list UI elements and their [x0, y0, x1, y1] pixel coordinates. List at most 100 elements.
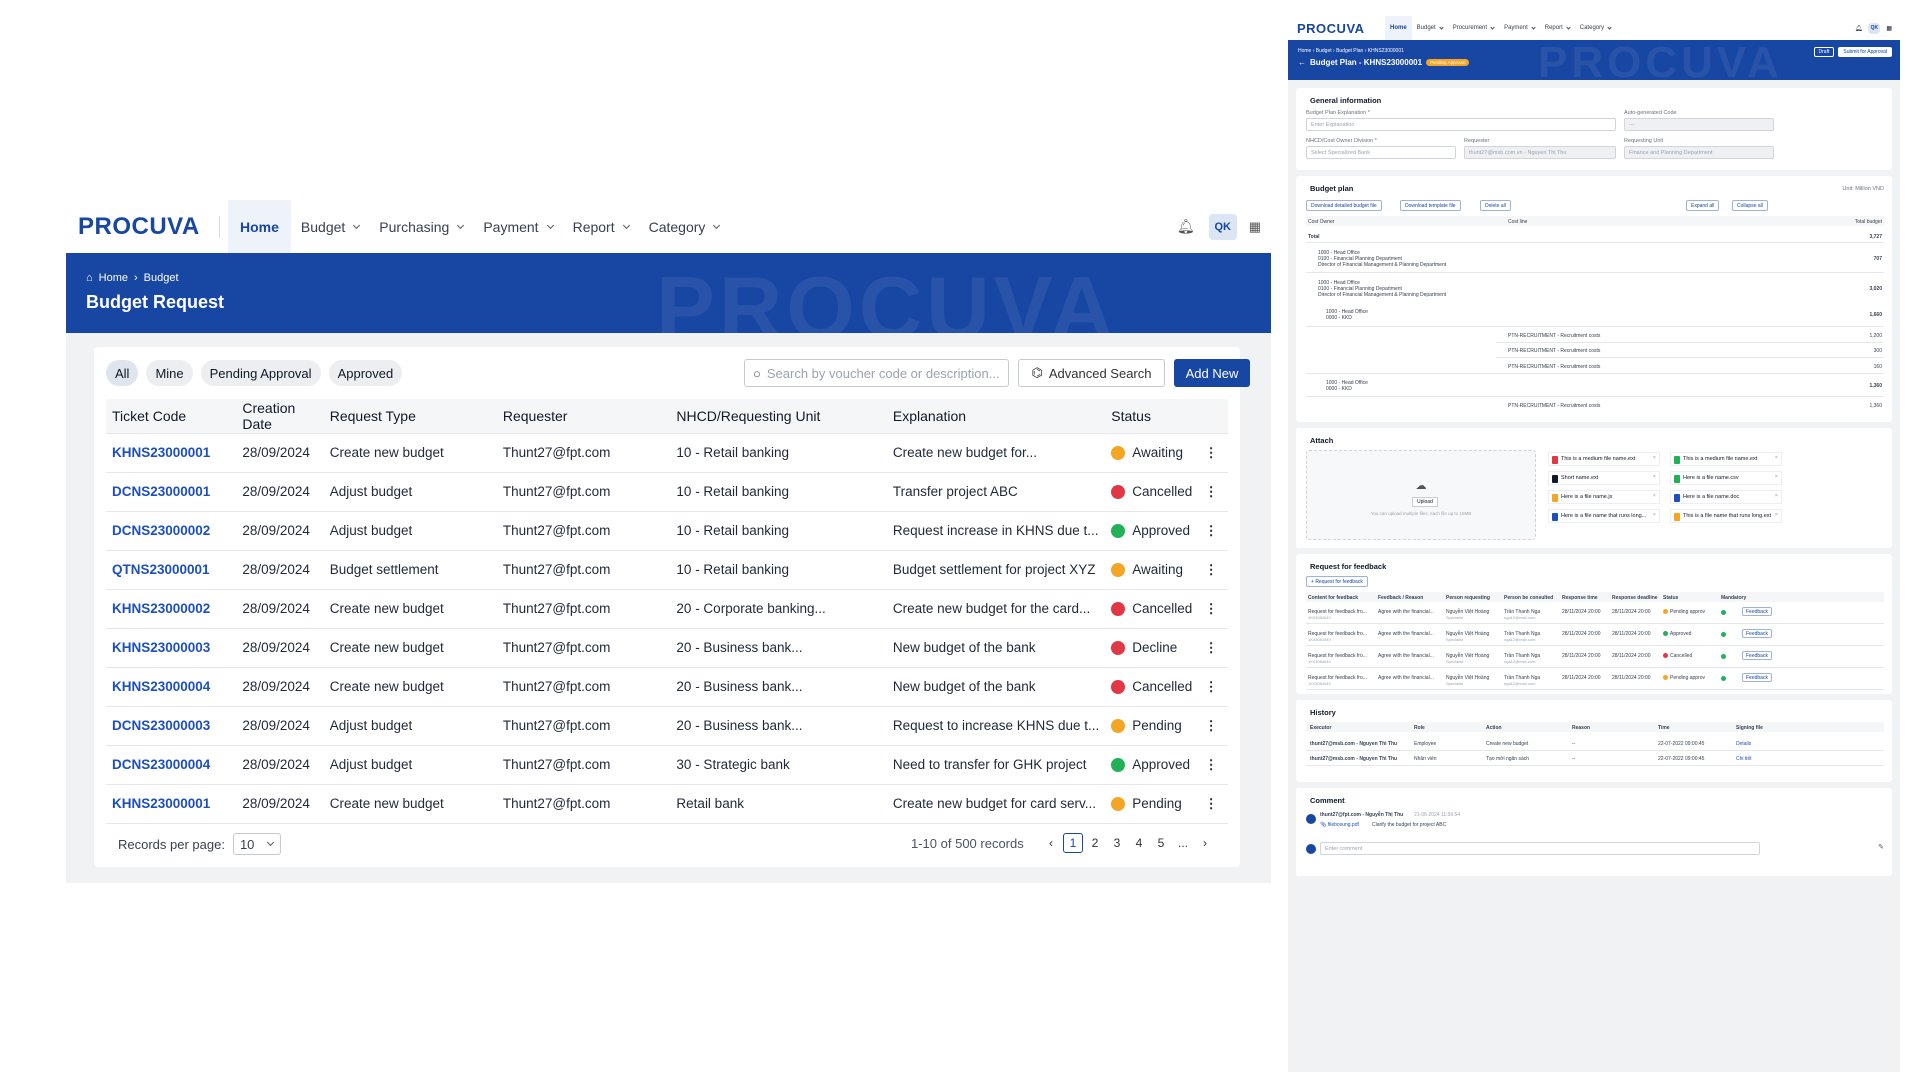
- breadcrumb-budget[interactable]: Budget: [144, 272, 179, 284]
- table-row[interactable]: KHNS23000001 28/09/2024 Create new budget T…: [106, 433, 1228, 473]
- table-row[interactable]: KHNS23000003 28/09/2024 Create new budget T…: [106, 628, 1228, 668]
- attached-file[interactable]: This is a file name that runs long.ext ×: [1670, 509, 1782, 523]
- remove-file-icon[interactable]: ×: [1653, 512, 1656, 518]
- more-actions-icon[interactable]: ⋮: [1198, 745, 1228, 785]
- remove-file-icon[interactable]: ×: [1653, 474, 1656, 480]
- details-link[interactable]: Details: [1736, 741, 1751, 747]
- col-creation-date[interactable]: Creation Date: [236, 399, 324, 434]
- nav-budget[interactable]: Budget: [1412, 16, 1448, 40]
- back-arrow-icon[interactable]: ←: [1298, 58, 1306, 67]
- attached-file[interactable]: This is a medium file name.ext ×: [1548, 452, 1660, 466]
- attached-file[interactable]: This is a medium file name.ext ×: [1670, 452, 1782, 466]
- prev-page-icon[interactable]: ‹: [1041, 833, 1061, 853]
- attached-file[interactable]: Here is a file name.js ×: [1548, 490, 1660, 504]
- more-actions-icon[interactable]: ⋮: [1198, 589, 1228, 629]
- bell-icon[interactable]: 🔔︎: [1177, 218, 1195, 235]
- more-actions-icon[interactable]: ⋮: [1198, 784, 1228, 824]
- ticket-code[interactable]: DCNS23000001: [106, 472, 237, 512]
- table-row[interactable]: QTNS23000001 28/09/2024 Budget settlement T…: [106, 550, 1228, 590]
- page-1[interactable]: 1: [1063, 833, 1083, 853]
- more-actions-icon[interactable]: ⋮: [1198, 511, 1228, 551]
- nav-payment[interactable]: Payment: [1499, 16, 1540, 40]
- feedback-button[interactable]: Feedback: [1742, 629, 1772, 638]
- more-actions-icon[interactable]: ⋮: [1198, 628, 1228, 668]
- comment-input[interactable]: Enter comment: [1320, 842, 1760, 855]
- page-ellipsis[interactable]: ...: [1173, 833, 1193, 853]
- col-request-type[interactable]: Request Type: [323, 399, 497, 434]
- attached-file[interactable]: Here is a file name that runs long... ×: [1548, 509, 1660, 523]
- records-per-page-select[interactable]: 10: [232, 833, 281, 855]
- bell-icon[interactable]: 🔔︎: [1855, 25, 1863, 32]
- nav-category[interactable]: Category: [639, 200, 730, 253]
- ticket-code[interactable]: KHNS23000001: [106, 433, 237, 473]
- ticket-code[interactable]: KHNS23000004: [106, 667, 237, 707]
- ticket-code[interactable]: DCNS23000003: [106, 706, 237, 746]
- page-2[interactable]: 2: [1085, 833, 1105, 853]
- search-input[interactable]: ○ Search by voucher code or description.…: [744, 359, 1009, 387]
- ticket-code[interactable]: DCNS23000002: [106, 511, 237, 551]
- table-row[interactable]: DCNS23000002 28/09/2024 Adjust budget Thunt…: [106, 511, 1228, 551]
- table-row[interactable]: DCNS23000003 28/09/2024 Adjust budget Thunt…: [106, 706, 1228, 746]
- ticket-code[interactable]: KHNS23000001: [106, 784, 237, 824]
- remove-file-icon[interactable]: ×: [1775, 455, 1778, 461]
- nav-home[interactable]: Home: [1385, 16, 1412, 40]
- remove-file-icon[interactable]: ×: [1653, 455, 1656, 461]
- table-row[interactable]: DCNS23000004 28/09/2024 Adjust budget Thunt…: [106, 745, 1228, 785]
- logo[interactable]: PROCUVA: [1297, 21, 1385, 36]
- col-requesting-unit[interactable]: NHCD/Requesting Unit: [670, 399, 887, 434]
- ticket-code[interactable]: KHNS23000002: [106, 589, 237, 629]
- nav-procurement[interactable]: Procurement: [1448, 16, 1499, 40]
- nav-report[interactable]: Report: [563, 200, 639, 253]
- delete-all-button[interactable]: Delete all: [1480, 200, 1511, 211]
- filter-approved[interactable]: Approved: [328, 360, 403, 386]
- page-5[interactable]: 5: [1151, 833, 1171, 853]
- nav-report[interactable]: Report: [1540, 16, 1575, 40]
- apps-grid-icon[interactable]: ▦: [1886, 25, 1892, 32]
- more-actions-icon[interactable]: ⋮: [1198, 472, 1228, 512]
- nav-category[interactable]: Category: [1575, 16, 1616, 40]
- table-row[interactable]: KHNS23000002 28/09/2024 Create new budget T…: [106, 589, 1228, 629]
- remove-file-icon[interactable]: ×: [1653, 493, 1656, 499]
- breadcrumb-home[interactable]: Home: [99, 272, 128, 284]
- attached-file[interactable]: Short name.ext ×: [1548, 471, 1660, 485]
- col-status[interactable]: Status: [1105, 399, 1199, 434]
- attached-file-link[interactable]: 📎︎ filebosung.pdf: [1320, 822, 1359, 828]
- more-actions-icon[interactable]: ⋮: [1198, 550, 1228, 590]
- draft-button[interactable]: Draft: [1813, 47, 1835, 57]
- attached-file[interactable]: Here is a file name.doc ×: [1670, 490, 1782, 504]
- ticket-code[interactable]: DCNS23000004: [106, 745, 237, 785]
- request-feedback-button[interactable]: + Request for feedback: [1306, 576, 1368, 587]
- nav-budget[interactable]: Budget: [291, 200, 369, 253]
- nav-home[interactable]: Home: [228, 200, 291, 253]
- download-detailed-button[interactable]: Download detailed budget file: [1306, 200, 1382, 211]
- feedback-button[interactable]: Feedback: [1742, 651, 1772, 660]
- advanced-search-button[interactable]: ⌬ Advanced Search: [1018, 359, 1165, 387]
- send-icon[interactable]: ✎: [1878, 843, 1884, 851]
- expand-all-button[interactable]: Expand all: [1686, 200, 1720, 211]
- col-ticket-code[interactable]: Ticket Code: [106, 399, 237, 434]
- attached-file[interactable]: Here is a file name.csv ×: [1670, 471, 1782, 485]
- upload-dropzone[interactable]: ☁ Upload You can upload multiple files, …: [1306, 450, 1536, 540]
- submit-approval-button[interactable]: Submit for Approval: [1838, 47, 1892, 57]
- more-actions-icon[interactable]: ⋮: [1198, 433, 1228, 473]
- nav-payment[interactable]: Payment: [473, 200, 562, 253]
- add-new-button[interactable]: Add New: [1174, 359, 1250, 387]
- col-requester[interactable]: Requester: [496, 399, 671, 434]
- nav-purchasing[interactable]: Purchasing: [369, 200, 473, 253]
- details-link[interactable]: Chi tiết: [1736, 756, 1752, 762]
- feedback-button[interactable]: Feedback: [1742, 607, 1772, 616]
- remove-file-icon[interactable]: ×: [1775, 512, 1778, 518]
- next-page-icon[interactable]: ›: [1195, 833, 1215, 853]
- table-row[interactable]: DCNS23000001 28/09/2024 Adjust budget Thunt…: [106, 472, 1228, 512]
- ticket-code[interactable]: KHNS23000003: [106, 628, 237, 668]
- table-row[interactable]: KHNS23000004 28/09/2024 Create new budget T…: [106, 667, 1228, 707]
- logo[interactable]: PROCUVA: [78, 213, 213, 241]
- cost-owner-select[interactable]: Select Specialized Bank: [1306, 146, 1456, 159]
- apps-grid-icon[interactable]: ▦: [1249, 219, 1261, 235]
- user-avatar[interactable]: QK: [1208, 213, 1237, 240]
- filter-all[interactable]: All: [106, 360, 139, 386]
- user-avatar[interactable]: QK: [1868, 22, 1881, 34]
- page-4[interactable]: 4: [1129, 833, 1149, 853]
- feedback-button[interactable]: Feedback: [1742, 673, 1772, 682]
- more-actions-icon[interactable]: ⋮: [1198, 667, 1228, 707]
